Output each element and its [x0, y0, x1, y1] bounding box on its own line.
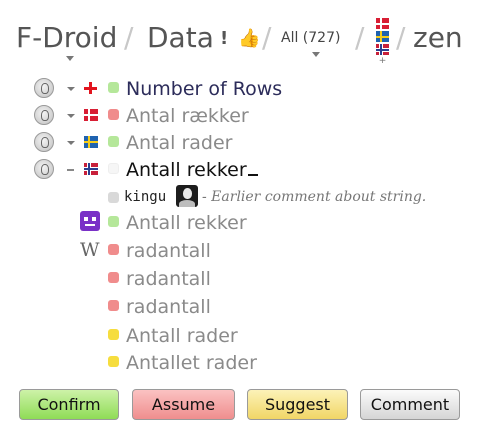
project-name[interactable]: F-Droid [16, 18, 117, 58]
translation-row-swedish[interactable]: Antal rader [0, 130, 490, 156]
suggestion-row[interactable]: radantall [0, 294, 490, 320]
status-dot [108, 163, 119, 174]
breadcrumb-separator: / [355, 21, 365, 54]
expand-icon[interactable] [67, 87, 75, 91]
breadcrumb-separator: / [262, 21, 272, 54]
swedish-flag-icon [376, 31, 389, 42]
language-icon[interactable] [34, 78, 54, 98]
status-dot [108, 82, 119, 93]
swedish-flag-icon [84, 136, 98, 148]
breadcrumb: F-Droid / Data ! 👍 / All (727) / + / zen [16, 18, 486, 66]
suggestion-row[interactable]: radantall [0, 266, 490, 292]
text-cursor [247, 174, 258, 176]
filter-dropdown-icon[interactable] [312, 52, 320, 57]
plus-icon [84, 82, 98, 94]
suggestion-text[interactable]: Antall rader [126, 323, 238, 349]
status-dot [108, 356, 119, 367]
exclamation-icon[interactable]: ! [220, 28, 228, 50]
add-language-icon[interactable]: + [376, 57, 389, 66]
status-dot [108, 109, 119, 120]
suggestion-row[interactable]: Antall rekker [0, 210, 490, 236]
language-selector[interactable]: + [376, 18, 390, 66]
status-dot [108, 192, 119, 203]
translation-string: Antal rækker [126, 105, 249, 127]
suggestion-text[interactable]: radantall [126, 266, 211, 292]
expand-icon[interactable] [67, 141, 75, 145]
status-dot [108, 244, 119, 255]
breadcrumb-separator: / [396, 21, 406, 54]
comment-text: - Earlier comment about string. [202, 189, 427, 205]
project-dropdown-icon[interactable] [66, 56, 74, 61]
status-dot [108, 300, 119, 311]
suggestion-text[interactable]: radantall [126, 238, 211, 264]
suggestion-text[interactable]: Antall rekker [126, 210, 247, 236]
robot-icon [80, 211, 100, 231]
translation-row-danish[interactable]: Antal rækker [0, 103, 490, 129]
suggestion-text[interactable]: Antallet rader [126, 350, 257, 376]
confirm-button[interactable]: Confirm [19, 389, 119, 420]
thumbs-up-icon[interactable]: 👍 [238, 28, 260, 50]
suggestion-text[interactable]: radantall [126, 294, 211, 320]
filter-dropdown[interactable]: All (727) [281, 29, 340, 47]
status-dot [108, 136, 119, 147]
language-icon[interactable] [34, 159, 54, 179]
expand-icon[interactable] [67, 114, 75, 118]
suggestion-row[interactable]: Antallet rader [0, 350, 490, 376]
comment: kingu - Earlier comment about string. [0, 184, 490, 210]
language-icon[interactable] [34, 132, 54, 152]
collapse-icon[interactable] [67, 169, 74, 171]
norwegian-flag-icon [376, 44, 389, 55]
danish-flag-icon [84, 109, 98, 121]
status-dot [108, 216, 119, 227]
translation-row-norwegian[interactable]: Antall rekker [0, 157, 490, 183]
comment-author[interactable]: kingu [124, 188, 166, 206]
comment-button[interactable]: Comment [360, 389, 460, 420]
suggestion-row[interactable]: Antall rader [0, 323, 490, 349]
translation-input-value[interactable]: Antall rekker [126, 159, 247, 181]
status-dot [108, 272, 119, 283]
resource-name[interactable]: Data [147, 18, 214, 58]
translation-input[interactable]: Antall rekker [126, 157, 258, 183]
source-row[interactable]: Number of Rows [0, 76, 490, 102]
translation-string: Antal rader [126, 132, 233, 154]
status-dot [108, 329, 119, 340]
assume-button[interactable]: Assume [132, 389, 235, 420]
suggestion-row[interactable]: W radantall [0, 238, 490, 264]
avatar [176, 185, 198, 207]
language-icon[interactable] [34, 105, 54, 125]
danish-flag-icon [376, 18, 389, 29]
breadcrumb-separator: / [124, 21, 134, 54]
wikipedia-icon: W [80, 239, 100, 261]
user-name[interactable]: zen [413, 18, 463, 58]
norwegian-flag-icon [84, 163, 98, 175]
suggest-button[interactable]: Suggest [247, 389, 348, 420]
source-string: Number of Rows [126, 78, 283, 100]
